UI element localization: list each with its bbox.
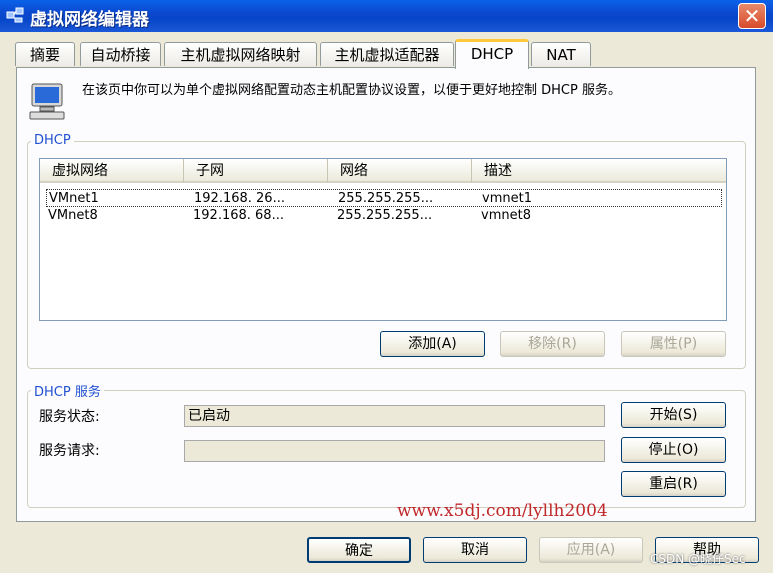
network-icon bbox=[6, 7, 24, 23]
column-header-mask[interactable]: 网络 bbox=[328, 159, 472, 183]
column-header-subnet[interactable]: 子网 bbox=[184, 159, 328, 183]
dhcp-group-legend: DHCP bbox=[31, 133, 74, 148]
row-network: VMnet8 bbox=[48, 208, 98, 223]
close-button[interactable]: ✕ bbox=[738, 3, 766, 29]
remove-button[interactable]: 移除(R) bbox=[500, 331, 605, 357]
tab-host-adapters[interactable]: 主机虚拟适配器 bbox=[320, 42, 454, 66]
title-bar[interactable]: 虚拟网络编辑器 ✕ bbox=[0, 0, 773, 32]
row-mask: 255.255.255... bbox=[337, 208, 433, 223]
dhcp-service-legend: DHCP 服务 bbox=[31, 381, 104, 400]
tab-host-network-mapping[interactable]: 主机虚拟网络映射 bbox=[164, 42, 317, 66]
table-row[interactable]: VMnet1 192.168. 26... 255.255.255... vmn… bbox=[46, 189, 722, 207]
cancel-button[interactable]: 取消 bbox=[423, 537, 527, 563]
stop-service-button[interactable]: 停止(O) bbox=[621, 437, 726, 463]
column-header-description[interactable]: 描述 bbox=[472, 159, 726, 183]
service-status-label: 服务状态: bbox=[39, 409, 100, 425]
tab-dhcp[interactable]: DHCP bbox=[455, 39, 529, 69]
ok-button[interactable]: 确定 bbox=[307, 537, 411, 563]
window-title: 虚拟网络编辑器 bbox=[30, 10, 149, 30]
tab-summary[interactable]: 摘要 bbox=[15, 42, 75, 66]
row-mask: 255.255.255... bbox=[338, 191, 434, 206]
description-text: 在该页中你可以为单个虚拟网络配置动态主机配置协议设置，以便于更好地控制 DHCP… bbox=[82, 83, 621, 98]
site-watermark: www.x5dj.com/lyllh2004 bbox=[397, 501, 608, 521]
add-button[interactable]: 添加(A) bbox=[380, 331, 485, 357]
start-service-button[interactable]: 开始(S) bbox=[621, 402, 726, 428]
table-row[interactable]: VMnet8 192.168. 68... 255.255.255... vmn… bbox=[46, 207, 722, 225]
tab-auto-bridge[interactable]: 自动桥接 bbox=[80, 42, 161, 66]
row-network: VMnet1 bbox=[49, 191, 99, 206]
column-header-network[interactable]: 虚拟网络 bbox=[40, 159, 184, 183]
csdn-watermark: CSDN @晓仔Sec bbox=[650, 552, 746, 566]
row-subnet: 192.168. 26... bbox=[194, 191, 285, 206]
service-request-field bbox=[184, 440, 605, 462]
row-subnet: 192.168. 68... bbox=[193, 208, 284, 223]
row-description: vmnet1 bbox=[482, 191, 532, 206]
restart-service-button[interactable]: 重启(R) bbox=[621, 471, 726, 497]
properties-button[interactable]: 属性(P) bbox=[621, 331, 726, 357]
row-description: vmnet8 bbox=[481, 208, 531, 223]
apply-button[interactable]: 应用(A) bbox=[539, 537, 643, 563]
tab-nat[interactable]: NAT bbox=[531, 42, 591, 66]
dhcp-network-list[interactable]: 虚拟网络 子网 网络 描述 VMnet1 192.168. 26... 255.… bbox=[39, 158, 727, 321]
service-request-label: 服务请求: bbox=[39, 443, 100, 459]
computer-icon bbox=[29, 83, 65, 120]
service-status-field: 已启动 bbox=[184, 405, 605, 427]
